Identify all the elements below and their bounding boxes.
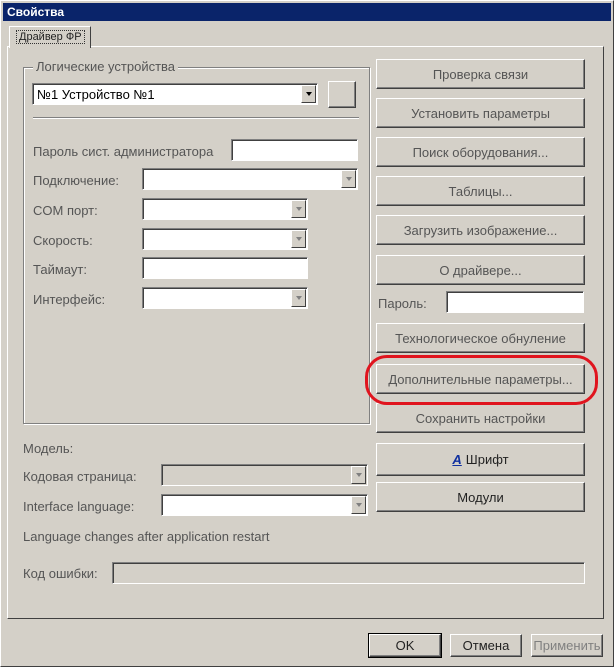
chevron-down-icon[interactable] xyxy=(341,170,356,188)
interface-select[interactable] xyxy=(142,287,308,309)
font-button-label: Шрифт xyxy=(465,452,509,467)
tab-label: Драйвер ФР xyxy=(16,30,85,44)
additional-params-button[interactable]: Дополнительные параметры... xyxy=(376,364,585,394)
chevron-down-icon[interactable] xyxy=(291,230,306,248)
window-title: Свойства xyxy=(3,3,611,21)
logical-devices-label: Логические устройства xyxy=(33,59,179,74)
set-parameters-button[interactable]: Установить параметры xyxy=(376,98,585,128)
chevron-down-icon[interactable] xyxy=(301,85,316,103)
password-input[interactable] xyxy=(446,291,584,313)
font-icon: A xyxy=(452,452,462,467)
codepage-label: Кодовая страница: xyxy=(23,469,137,484)
password-label: Пароль сист. администратора xyxy=(33,144,214,159)
interface-language-label: Interface language: xyxy=(23,499,135,514)
error-code-label: Код ошибки: xyxy=(23,566,98,581)
tables-button[interactable]: Таблицы... xyxy=(376,176,585,206)
apply-button[interactable]: Применить xyxy=(531,634,603,657)
interface-language-select[interactable] xyxy=(161,494,368,516)
device-select[interactable]: №1 Устройство №1 xyxy=(32,83,318,105)
cancel-button[interactable]: Отмена xyxy=(450,634,522,657)
password-short-label: Пароль: xyxy=(378,296,427,311)
font-button[interactable]: A Шрифт xyxy=(376,443,585,476)
com-port-label: COM порт: xyxy=(33,203,98,218)
chevron-down-icon[interactable] xyxy=(291,200,306,218)
device-select-value: №1 Устройство №1 xyxy=(37,87,155,102)
chevron-down-icon[interactable] xyxy=(351,496,366,514)
interface-label: Интерфейс: xyxy=(33,292,106,307)
timeout-label: Таймаут: xyxy=(33,262,87,277)
com-port-select[interactable] xyxy=(142,198,308,220)
connection-label: Подключение: xyxy=(33,173,120,188)
admin-password-input[interactable] xyxy=(231,139,358,161)
modules-button[interactable]: Модули xyxy=(376,482,585,512)
check-connection-button[interactable]: Проверка связи xyxy=(376,59,585,89)
chevron-down-icon[interactable] xyxy=(291,289,306,307)
tech-reset-button[interactable]: Технологическое обнуление xyxy=(376,323,585,353)
chevron-down-icon[interactable] xyxy=(351,466,366,484)
connection-select[interactable] xyxy=(142,168,358,190)
codepage-select[interactable] xyxy=(161,464,368,486)
about-driver-button[interactable]: О драйвере... xyxy=(376,255,585,285)
error-code-field xyxy=(112,562,585,584)
save-settings-button[interactable]: Сохранить настройки xyxy=(376,403,585,433)
speed-label: Скорость: xyxy=(33,233,93,248)
ok-button[interactable]: OK xyxy=(368,633,442,658)
model-label: Модель: xyxy=(23,441,74,456)
load-image-button[interactable]: Загрузить изображение... xyxy=(376,215,585,245)
speed-select[interactable] xyxy=(142,228,308,250)
tab-fr-driver[interactable]: Драйвер ФР xyxy=(9,26,91,48)
group-separator xyxy=(33,117,359,119)
timeout-input[interactable] xyxy=(142,257,308,279)
restart-note: Language changes after application resta… xyxy=(23,529,270,544)
device-settings-button[interactable] xyxy=(328,81,356,108)
search-equipment-button[interactable]: Поиск оборудования... xyxy=(376,137,585,167)
